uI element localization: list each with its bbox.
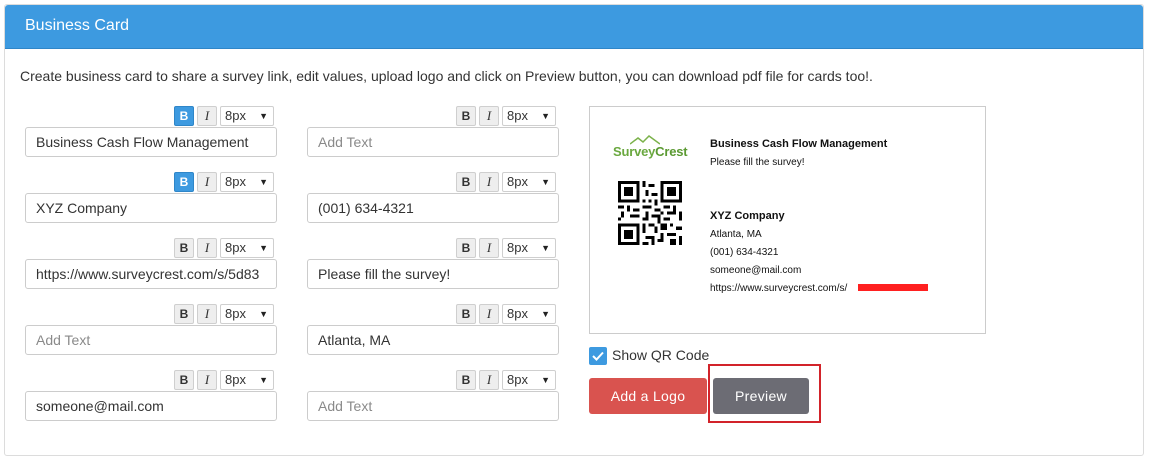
right-text-field-5[interactable]: Add Text — [307, 391, 559, 421]
font-size-select[interactable]: 8px ▼ — [220, 370, 274, 390]
left-text-field-1[interactable]: Business Cash Flow Management — [25, 127, 277, 157]
right-text-field-4[interactable]: Atlanta, MA — [307, 325, 559, 355]
format-toolbar-right-1: B I 8px ▼ — [456, 106, 556, 126]
format-toolbar-left-1: B I 8px ▼ — [174, 106, 274, 126]
italic-button[interactable]: I — [197, 370, 217, 390]
font-size-value: 8px — [507, 174, 528, 189]
font-size-select[interactable]: 8px ▼ — [220, 172, 274, 192]
format-toolbar-left-3: B I 8px ▼ — [174, 238, 274, 258]
font-size-value: 8px — [225, 174, 246, 189]
bold-button[interactable]: B — [456, 304, 476, 324]
panel-header: Business Card — [5, 5, 1143, 49]
italic-button[interactable]: I — [479, 304, 499, 324]
card-subtitle: Please fill the survey! — [710, 157, 805, 168]
font-size-select[interactable]: 8px ▼ — [502, 304, 556, 324]
left-text-field-2[interactable]: XYZ Company — [25, 193, 277, 223]
chevron-down-icon: ▼ — [259, 375, 268, 385]
chevron-down-icon: ▼ — [541, 177, 550, 187]
font-size-value: 8px — [225, 372, 246, 387]
chevron-down-icon: ▼ — [541, 243, 550, 253]
format-toolbar-right-4: B I 8px ▼ — [456, 304, 556, 324]
bold-button[interactable]: B — [174, 238, 194, 258]
format-toolbar-left-4: B I 8px ▼ — [174, 304, 274, 324]
bold-button[interactable]: B — [174, 172, 194, 192]
font-size-select[interactable]: 8px ▼ — [220, 304, 274, 324]
card-preview: SurveyCrest Business Cash Flow Managemen… — [589, 106, 986, 334]
chevron-down-icon: ▼ — [259, 243, 268, 253]
font-size-value: 8px — [225, 240, 246, 255]
card-company: XYZ Company — [710, 210, 785, 222]
right-text-field-1[interactable]: Add Text — [307, 127, 559, 157]
format-toolbar-right-2: B I 8px ▼ — [456, 172, 556, 192]
italic-button[interactable]: I — [197, 106, 217, 126]
panel-title: Business Card — [25, 17, 130, 34]
chevron-down-icon: ▼ — [541, 111, 550, 121]
surveycrest-logo: SurveyCrest — [613, 144, 688, 159]
format-toolbar-left-5: B I 8px ▼ — [174, 370, 274, 390]
left-text-field-5[interactable]: someone@mail.com — [25, 391, 277, 421]
qr-code-icon — [618, 181, 682, 245]
right-text-field-2[interactable]: (001) 634-4321 — [307, 193, 559, 223]
card-location: Atlanta, MA — [710, 229, 762, 240]
right-text-field-3[interactable]: Please fill the survey! — [307, 259, 559, 289]
add-logo-button[interactable]: Add a Logo — [589, 378, 707, 414]
italic-button[interactable]: I — [479, 370, 499, 390]
chevron-down-icon: ▼ — [541, 375, 550, 385]
instructions-text: Create business card to share a survey l… — [20, 68, 873, 84]
bold-button[interactable]: B — [456, 370, 476, 390]
show-qr-checkbox[interactable] — [589, 347, 607, 365]
bold-button[interactable]: B — [456, 172, 476, 192]
checkmark-icon — [592, 351, 604, 361]
chevron-down-icon: ▼ — [259, 309, 268, 319]
font-size-value: 8px — [507, 372, 528, 387]
card-title: Business Cash Flow Management — [710, 138, 888, 150]
font-size-select[interactable]: 8px ▼ — [502, 238, 556, 258]
logo-text-crest: Crest — [655, 144, 688, 159]
italic-button[interactable]: I — [197, 172, 217, 192]
card-email: someone@mail.com — [710, 265, 802, 276]
bold-button[interactable]: B — [174, 370, 194, 390]
font-size-value: 8px — [507, 306, 528, 321]
font-size-value: 8px — [507, 240, 528, 255]
bold-button[interactable]: B — [174, 106, 194, 126]
card-url: https://www.surveycrest.com/s/ — [710, 283, 848, 294]
highlight-box — [708, 364, 821, 423]
show-qr-label[interactable]: Show QR Code — [612, 347, 709, 363]
italic-button[interactable]: I — [197, 304, 217, 324]
font-size-value: 8px — [225, 306, 246, 321]
font-size-value: 8px — [507, 108, 528, 123]
logo-text-survey: Survey — [613, 144, 656, 159]
font-size-select[interactable]: 8px ▼ — [502, 370, 556, 390]
chevron-down-icon: ▼ — [259, 177, 268, 187]
italic-button[interactable]: I — [479, 106, 499, 126]
chevron-down-icon: ▼ — [259, 111, 268, 121]
italic-button[interactable]: I — [479, 238, 499, 258]
format-toolbar-right-5: B I 8px ▼ — [456, 370, 556, 390]
italic-button[interactable]: I — [197, 238, 217, 258]
left-text-field-4[interactable]: Add Text — [25, 325, 277, 355]
bold-button[interactable]: B — [174, 304, 194, 324]
redaction-mark — [858, 284, 928, 291]
italic-button[interactable]: I — [479, 172, 499, 192]
chevron-down-icon: ▼ — [541, 309, 550, 319]
font-size-select[interactable]: 8px ▼ — [220, 106, 274, 126]
format-toolbar-left-2: B I 8px ▼ — [174, 172, 274, 192]
font-size-select[interactable]: 8px ▼ — [502, 172, 556, 192]
card-phone: (001) 634-4321 — [710, 247, 779, 258]
bold-button[interactable]: B — [456, 106, 476, 126]
bold-button[interactable]: B — [456, 238, 476, 258]
left-text-field-3[interactable]: https://www.surveycrest.com/s/5d83 — [25, 259, 277, 289]
font-size-select[interactable]: 8px ▼ — [502, 106, 556, 126]
font-size-select[interactable]: 8px ▼ — [220, 238, 274, 258]
format-toolbar-right-3: B I 8px ▼ — [456, 238, 556, 258]
font-size-value: 8px — [225, 108, 246, 123]
